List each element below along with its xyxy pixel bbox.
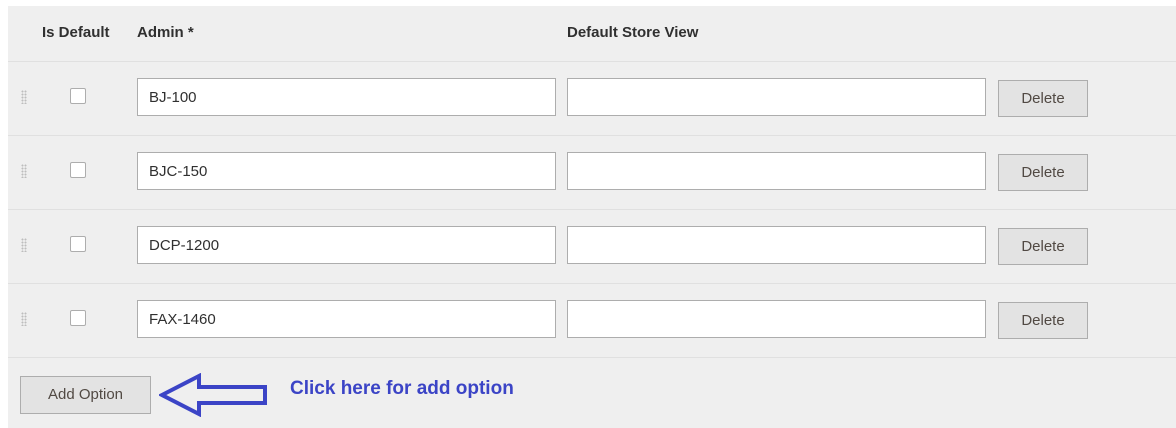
required-mark: * — [187, 24, 194, 41]
header-default-store-view: Default Store View — [567, 24, 699, 41]
admin-value-input[interactable] — [137, 78, 556, 116]
delete-button[interactable]: Delete — [998, 228, 1088, 265]
drag-handle-icon[interactable] — [21, 238, 27, 252]
option-row: Delete — [8, 209, 1176, 283]
store-view-value-input[interactable] — [567, 300, 986, 338]
store-view-value-input[interactable] — [567, 78, 986, 116]
store-view-value-input[interactable] — [567, 226, 986, 264]
options-table: Is Default Admin * Default Store View De… — [8, 6, 1176, 428]
is-default-checkbox[interactable] — [70, 162, 86, 178]
table-header: Is Default Admin * Default Store View — [8, 6, 1176, 61]
option-row: Delete — [8, 61, 1176, 135]
header-admin: Admin * — [137, 24, 194, 41]
is-default-checkbox[interactable] — [70, 236, 86, 252]
is-default-checkbox[interactable] — [70, 88, 86, 104]
admin-value-input[interactable] — [137, 226, 556, 264]
annotation-text: Click here for add option — [290, 378, 514, 399]
store-view-value-input[interactable] — [567, 152, 986, 190]
drag-handle-icon[interactable] — [21, 90, 27, 104]
delete-button[interactable]: Delete — [998, 80, 1088, 117]
delete-button[interactable]: Delete — [998, 302, 1088, 339]
add-option-button[interactable]: Add Option — [20, 376, 151, 414]
table-footer: Add Option Click here for add option — [8, 357, 1176, 428]
admin-value-input[interactable] — [137, 152, 556, 190]
is-default-checkbox[interactable] — [70, 310, 86, 326]
drag-handle-icon[interactable] — [21, 164, 27, 178]
delete-button[interactable]: Delete — [998, 154, 1088, 191]
header-is-default: Is Default — [42, 24, 110, 41]
option-row: Delete — [8, 283, 1176, 357]
drag-handle-icon[interactable] — [21, 312, 27, 326]
admin-value-input[interactable] — [137, 300, 556, 338]
option-row: Delete — [8, 135, 1176, 209]
header-admin-label: Admin — [137, 24, 184, 41]
left-arrow-icon — [159, 373, 267, 417]
